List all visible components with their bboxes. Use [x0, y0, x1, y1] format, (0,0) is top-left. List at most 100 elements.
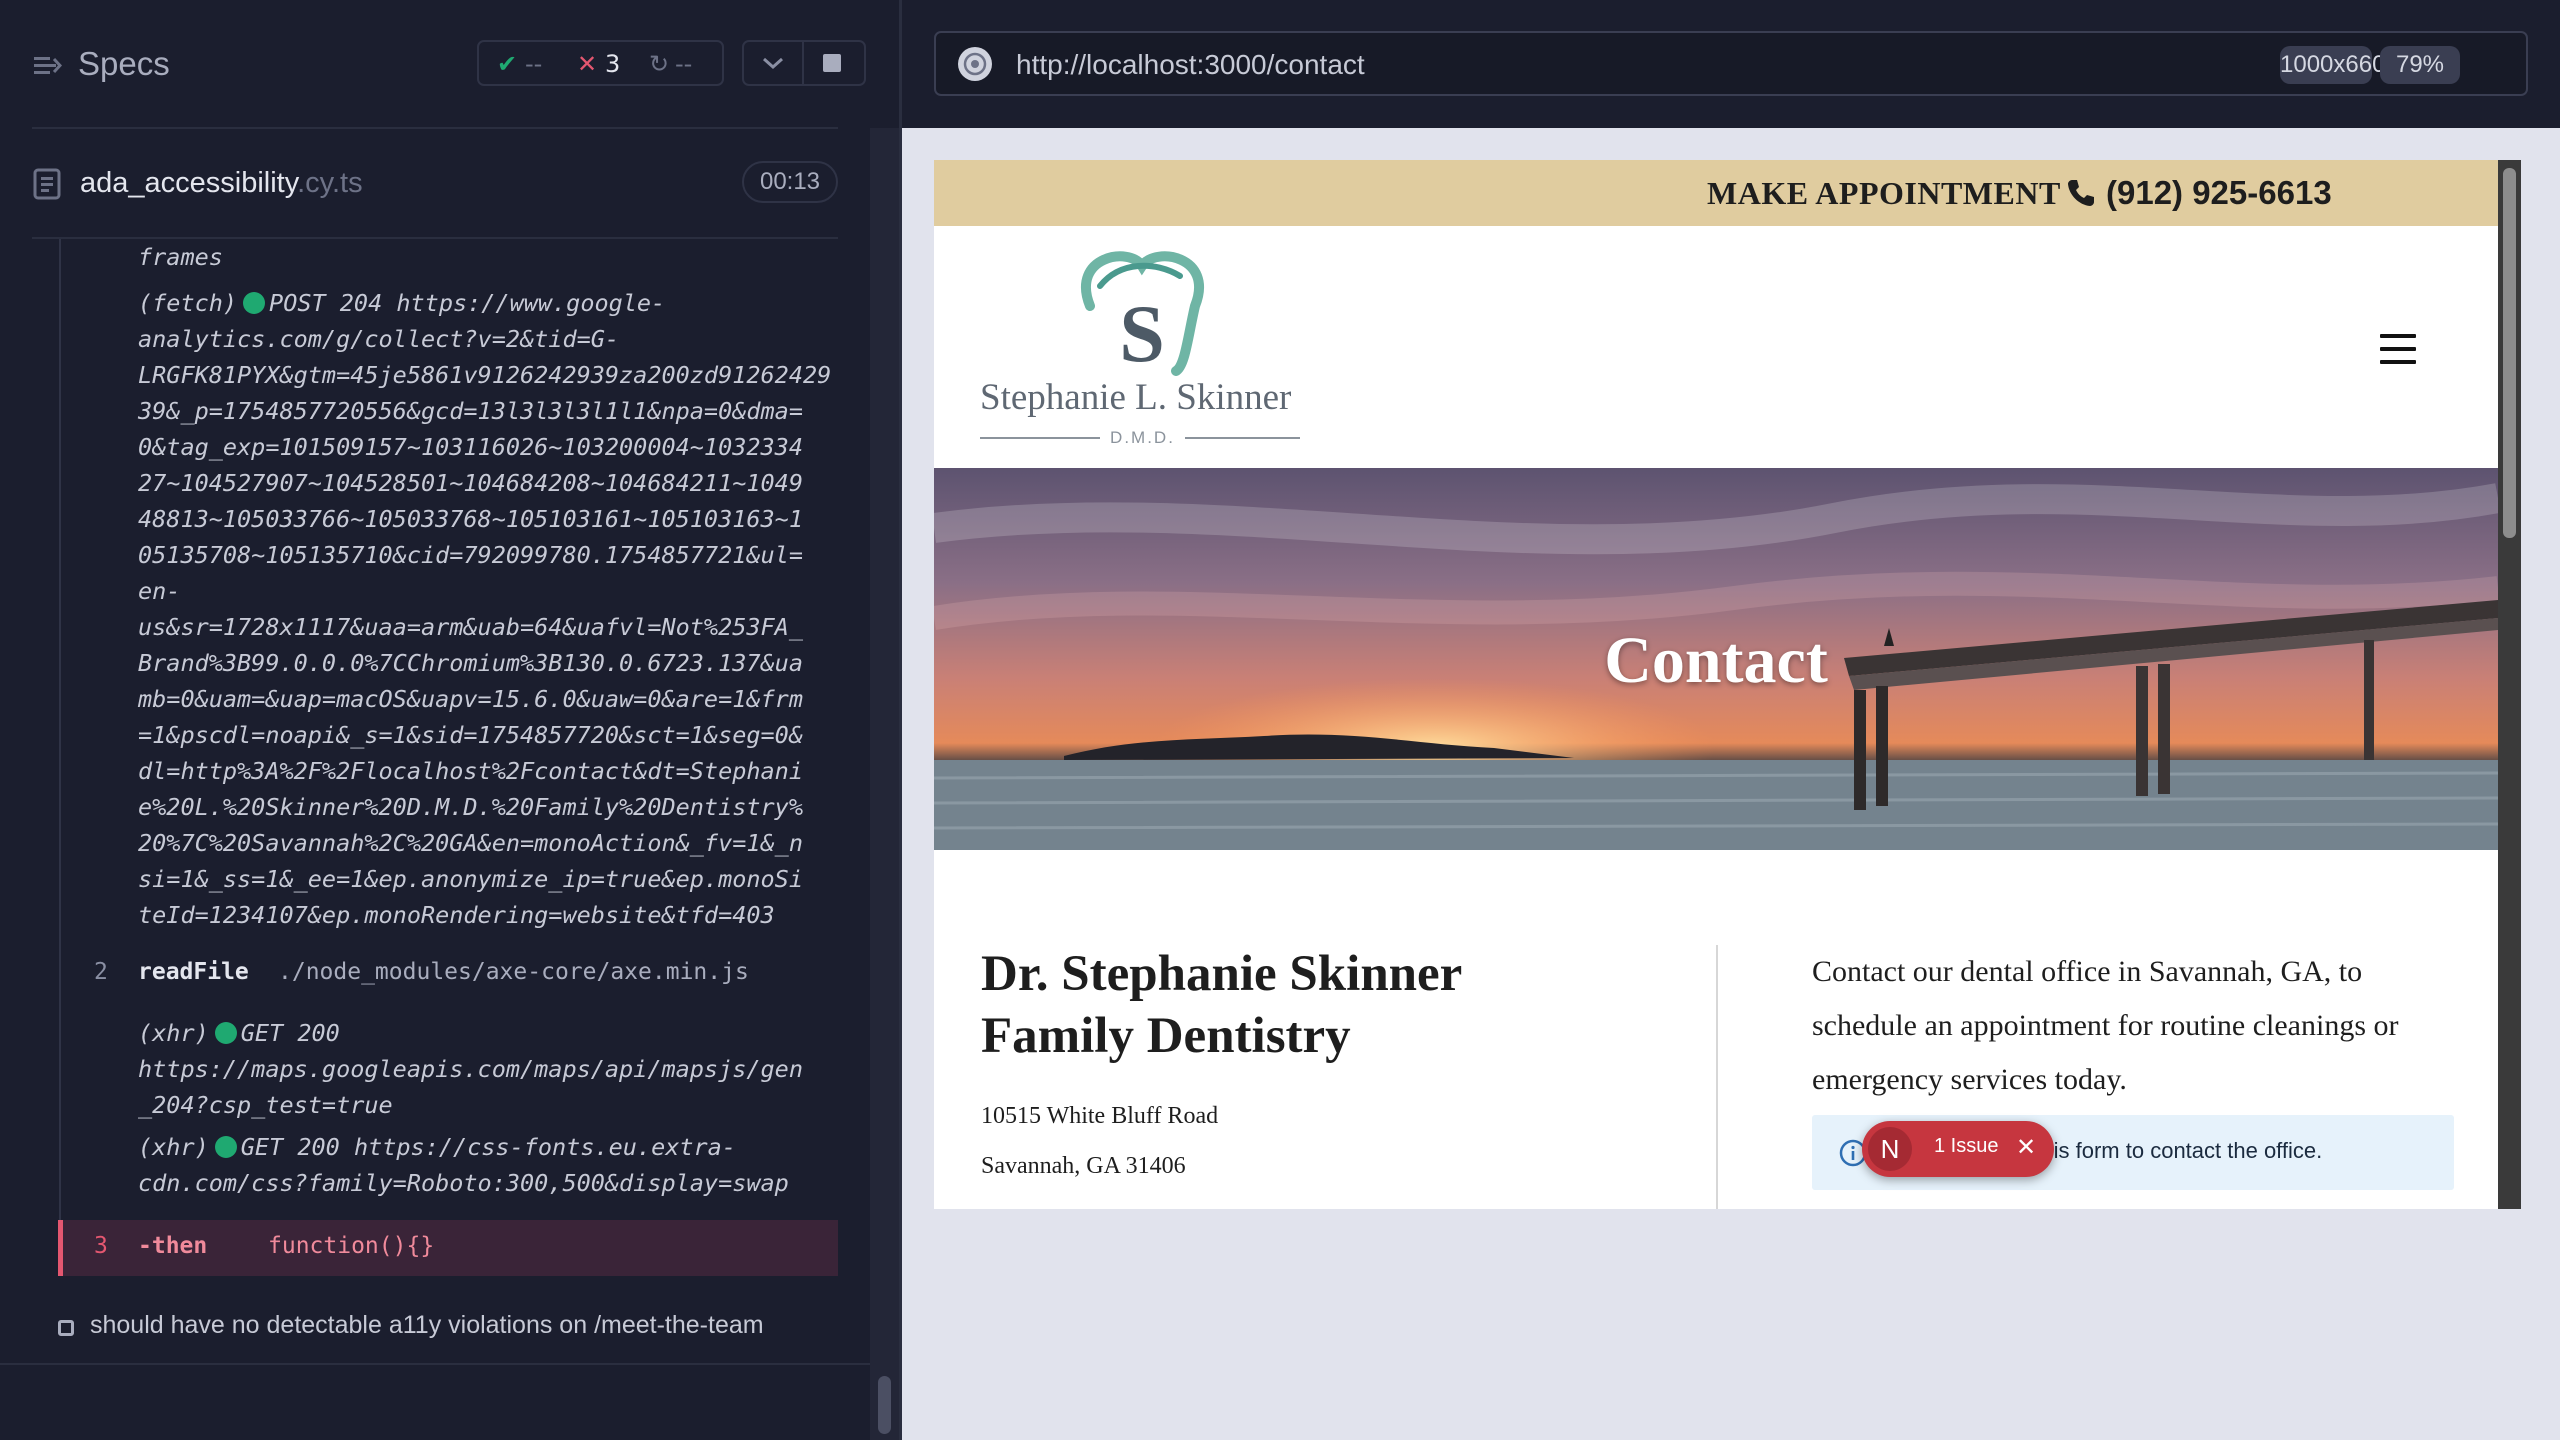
address-line-2: Savannah, GA 31406	[981, 1153, 1186, 1179]
command-list: frames (fetch) POST 204 https://www.googl…	[32, 239, 838, 1309]
pending-count: --	[675, 50, 693, 78]
specs-header: Specs ✔ -- ✕ 3 ↻ --	[0, 0, 899, 128]
fetch-url-line: https://www.google-	[396, 289, 666, 317]
failed-count: 3	[605, 50, 621, 78]
command-number: 2	[94, 959, 108, 985]
fetch-url-line: 48813~105033766~105033768~105103161~1051…	[138, 505, 803, 533]
log-scrollbar[interactable]	[870, 128, 899, 1440]
xhr-url-line: cdn.com/css?family=Roboto:300,500&displa…	[138, 1169, 789, 1197]
fetch-url-line: teId=1234107&ep.monoRendering=website&tf…	[138, 901, 775, 929]
fetch-url-line: LRGFK81PYX&gtm=45je5861v9126242939za200z…	[138, 361, 832, 389]
fetch-log-entry[interactable]: (fetch) POST 204 https://www.google- anal…	[138, 285, 831, 933]
issue-logo-icon: N	[1868, 1127, 1912, 1171]
xhr-method: GET 200	[240, 1133, 340, 1161]
fetch-url-line: 20%7C%20Savannah%2C%20GA&en=monoAction&_…	[138, 829, 803, 857]
hero-banner: Contact	[934, 468, 2498, 850]
phone-icon	[2068, 180, 2094, 206]
logo-dmd: D.M.D.	[1110, 428, 1175, 447]
xhr-url-line: https://maps.googleapis.com/maps/api/map…	[138, 1055, 803, 1083]
log-frames-line: frames	[138, 243, 223, 271]
spec-file-basename: ada_accessibility	[80, 167, 298, 199]
site-header: S Stephanie L. Skinner D.M.D.	[934, 226, 2498, 468]
hamburger-line	[2380, 360, 2416, 364]
fetch-url-line: en-	[138, 577, 181, 605]
log-guide-line	[59, 239, 61, 1239]
fetch-url-line: 05135708~105135710&cid=792099780.1754857…	[138, 541, 803, 569]
readfile-command-row[interactable]: 2 readFile ./node_modules/axe-core/axe.m…	[32, 953, 838, 993]
test-title: should have no detectable a11y violation…	[90, 1311, 764, 1339]
page-scrollbar[interactable]	[2498, 160, 2521, 1209]
command-arg: ./node_modules/axe-core/axe.min.js	[278, 959, 749, 985]
hamburger-menu-button[interactable]	[2380, 334, 2416, 364]
stop-run-button[interactable]	[804, 40, 866, 86]
hamburger-line	[2380, 347, 2416, 351]
stop-icon	[823, 54, 841, 72]
close-icon[interactable]: ✕	[2016, 1133, 2036, 1162]
accessibility-issue-badge[interactable]: N 1 Issue ✕	[1862, 1121, 2054, 1177]
passed-count: --	[525, 50, 543, 78]
status-dot-icon	[214, 1022, 237, 1044]
site-top-bar: MAKE APPOINTMENT (912) 925-6613	[934, 160, 2498, 226]
xhr-log-entry[interactable]: (xhr) GET 200 https://maps.googleapis.com…	[138, 1015, 803, 1123]
practice-logo[interactable]: S Stephanie L. Skinner D.M.D.	[980, 246, 1305, 456]
then-command-row[interactable]: 3 -then function(){}	[58, 1220, 838, 1276]
browser-globe-icon	[958, 47, 992, 81]
zoom-badge[interactable]: 79%	[2380, 46, 2460, 84]
status-dot-icon	[243, 292, 266, 314]
specs-list-icon[interactable]	[32, 51, 62, 81]
aut-panel: http://localhost:3000/contact 1000x660 7…	[902, 0, 2560, 1440]
collapse-tests-button[interactable]	[742, 40, 804, 86]
fetch-url-line: e%20L.%20Skinner%20D.M.D.%20Family%20Den…	[138, 793, 803, 821]
url-bar[interactable]: http://localhost:3000/contact 1000x660 7…	[934, 31, 2528, 96]
tooth-logo-icon: S	[1081, 251, 1204, 376]
xhr-url-line: _204?csp_test=true	[138, 1091, 393, 1119]
test-status-icon	[58, 1320, 74, 1336]
spec-file-icon	[33, 168, 61, 200]
xhr-method: GET 200	[240, 1019, 340, 1047]
app-under-test-frame: MAKE APPOINTMENT (912) 925-6613 S Stepha…	[934, 160, 2521, 1209]
command-name: readFile	[138, 959, 249, 985]
command-arg: function(){}	[268, 1233, 435, 1259]
url-text: http://localhost:3000/contact	[1016, 49, 1365, 80]
fetch-url-line: =1&pscdl=noapi&_s=1&sid=1754857720&sct=1…	[138, 721, 803, 749]
logo-name: Stephanie L. Skinner	[980, 377, 1292, 418]
xhr-log-entry[interactable]: (xhr) GET 200 https://css-fonts.eu.extra-…	[138, 1129, 789, 1201]
make-appointment-link[interactable]: MAKE APPOINTMENT	[1707, 175, 2061, 212]
svg-text:S: S	[1119, 288, 1165, 376]
divider	[32, 127, 838, 129]
practice-name-heading: Dr. Stephanie Skinner Family Dentistry	[981, 946, 1462, 1064]
pending-spinner-icon: ↻	[649, 50, 670, 78]
hero-title: Contact	[1604, 624, 1828, 697]
fetch-url-line: Brand%3B99.0.0.0%7CChromium%3B130.0.6723…	[138, 649, 803, 677]
xhr-url-line: https://css-fonts.eu.extra-	[353, 1133, 736, 1161]
failed-x-icon: ✕	[577, 50, 598, 78]
spec-file-name[interactable]: ada_accessibility.cy.ts	[80, 167, 363, 200]
hamburger-line	[2380, 334, 2416, 338]
page-scrollbar-thumb[interactable]	[2503, 168, 2516, 538]
chevron-down-icon	[763, 57, 783, 70]
fetch-tag: (fetch)	[138, 289, 238, 317]
column-divider	[1716, 945, 1718, 1209]
xhr-tag: (xhr)	[138, 1019, 209, 1047]
test-stats: ✔ -- ✕ 3 ↻ --	[477, 40, 724, 86]
issue-count-label: 1 Issue	[1934, 1135, 1999, 1157]
passed-check-icon: ✔	[497, 50, 518, 78]
xhr-tag: (xhr)	[138, 1133, 209, 1161]
specs-title[interactable]: Specs	[78, 45, 170, 83]
command-name: -then	[138, 1233, 208, 1259]
phone-number-link[interactable]: (912) 925-6613	[2106, 174, 2332, 212]
url-strip: http://localhost:3000/contact 1000x660 7…	[902, 0, 2560, 128]
fetch-url-line: 39&_p=1754857720556&gcd=13l3l3l3l1l1&npa…	[138, 397, 803, 425]
viewport-size-badge[interactable]: 1000x660	[2280, 46, 2385, 84]
contact-content: Dr. Stephanie Skinner Family Dentistry 1…	[934, 850, 2498, 1209]
fetch-url-line: 27~104527907~104528501~104684208~1046842…	[138, 469, 803, 497]
fetch-url-line: si=1&_ss=1&_ee=1&ep.anonymize_ip=true&ep…	[138, 865, 803, 893]
fetch-url-line: analytics.com/g/collect?v=2&tid=G-	[138, 325, 620, 353]
contact-intro-text: Contact our dental office in Savannah, G…	[1812, 955, 2399, 1096]
scrollbar-thumb[interactable]	[878, 1376, 891, 1434]
command-number: 3	[94, 1233, 108, 1259]
status-dot-icon	[214, 1136, 237, 1158]
fetch-url-line: dl=http%3A%2F%2Flocalhost%2Fcontact&dt=S…	[138, 757, 803, 785]
fetch-url-line: us&sr=1728x1117&uaa=arm&uab=64&uafvl=Not…	[138, 613, 803, 641]
spec-file-ext: .cy.ts	[297, 167, 363, 199]
